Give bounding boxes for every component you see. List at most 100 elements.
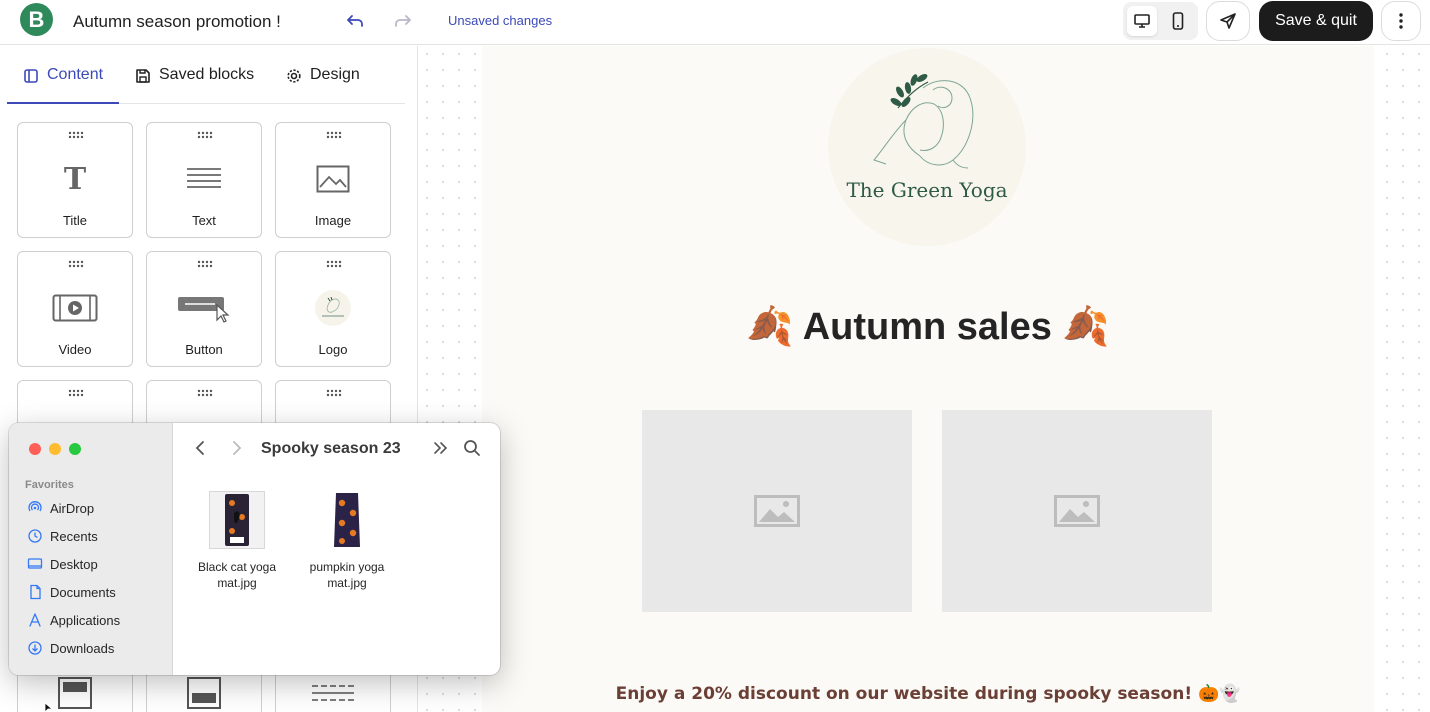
paper-plane-icon [1220, 13, 1236, 29]
layout-two-icon [187, 677, 221, 709]
tab-saved-blocks-label: Saved blocks [159, 66, 255, 83]
desktop-icon [1134, 14, 1150, 28]
title-T-icon: T [63, 161, 87, 197]
file-name: pumpkin yoga mat.jpg [309, 560, 385, 590]
clock-icon [28, 529, 42, 543]
tab-saved-blocks[interactable]: Saved blocks [135, 66, 254, 104]
brevo-logo[interactable]: B [20, 3, 53, 36]
sidebar-item-label: Downloads [50, 640, 115, 656]
device-preview-toggle [1123, 2, 1198, 40]
drag-handle-icon[interactable] [197, 389, 213, 397]
email-headline[interactable]: 🍂 Autumn sales 🍂 [482, 305, 1374, 349]
vertical-dots-icon [1399, 13, 1403, 29]
active-tab-indicator [7, 102, 119, 104]
tab-design[interactable]: Design [286, 66, 360, 104]
undo-icon[interactable] [344, 10, 366, 32]
image-placeholder-icon [1054, 495, 1100, 527]
brand-logo[interactable] [828, 48, 1026, 246]
block-video[interactable]: Video [17, 251, 133, 367]
tab-design-label: Design [310, 66, 360, 83]
sidebar-item-label: AirDrop [50, 500, 95, 516]
file-item[interactable]: Black cat yoga mat.jpg [182, 491, 292, 591]
block-text-label: Text [192, 213, 216, 228]
brand-name-text: The Green Yoga [846, 178, 1008, 202]
drag-handle-icon[interactable] [326, 260, 342, 268]
drag-handle-icon[interactable] [326, 389, 342, 397]
sidebar-item-label: Recents [50, 528, 98, 544]
block-button[interactable]: Button [146, 251, 262, 367]
applications-icon [29, 613, 41, 627]
video-icon [18, 288, 132, 328]
block-logo[interactable]: Logo [275, 251, 391, 367]
finder-sidebar: Favorites AirDrop Recents Desktop Docume… [9, 423, 173, 675]
block-logo-label: Logo [318, 342, 348, 357]
document-icon [30, 584, 41, 600]
desktop-icon [27, 558, 43, 569]
drag-handle-icon[interactable] [68, 389, 84, 397]
block-video-label: Video [58, 342, 92, 357]
button-cursor-icon [147, 288, 261, 328]
image-placeholder-icon [754, 495, 800, 527]
save-disk-icon [136, 69, 150, 83]
finder-window[interactable]: Favorites AirDrop Recents Desktop Docume… [9, 423, 500, 675]
redo-icon[interactable] [392, 10, 414, 32]
document-title[interactable]: Autumn season promotion ! [73, 12, 281, 32]
file-thumbnail [319, 491, 375, 549]
sidebar-item-documents[interactable]: Documents [27, 582, 116, 602]
download-icon [28, 641, 42, 655]
save-and-quit-button[interactable]: Save & quit [1259, 1, 1373, 41]
layout-one-icon [58, 677, 92, 709]
airdrop-icon [28, 501, 42, 512]
mobile-view-button[interactable] [1163, 6, 1193, 36]
tab-content[interactable]: Content [23, 66, 103, 104]
unsaved-status: Unsaved changes [448, 13, 553, 28]
yoga-figure-icon [873, 74, 974, 169]
zoom-window-button[interactable] [69, 443, 81, 455]
drag-handle-icon[interactable] [326, 131, 342, 139]
top-bar: B Autumn season promotion ! Unsaved chan… [0, 0, 1430, 45]
favorites-heading: Favorites [25, 479, 74, 491]
double-chevron-icon[interactable] [431, 439, 449, 457]
desktop-view-button[interactable] [1127, 6, 1157, 36]
block-button-label: Button [185, 342, 223, 357]
sidebar-item-downloads[interactable]: Downloads [27, 638, 114, 658]
close-window-button[interactable] [29, 443, 41, 455]
mouse-cursor-icon [44, 703, 54, 712]
sidebar-item-applications[interactable]: Applications [27, 610, 120, 630]
sidebar-item-label: Documents [50, 584, 116, 600]
promo-text[interactable]: Enjoy a 20% discount on our website duri… [482, 684, 1374, 704]
more-options-button[interactable] [1381, 1, 1421, 41]
yoga-mat-image-icon [225, 494, 249, 546]
drag-handle-icon[interactable] [197, 260, 213, 268]
drag-handle-icon[interactable] [197, 131, 213, 139]
send-test-button[interactable] [1206, 1, 1250, 41]
sidebar-item-label: Desktop [50, 556, 98, 572]
sidebar-item-recents[interactable]: Recents [27, 526, 98, 546]
image-placeholder-1[interactable] [642, 410, 912, 612]
block-title-label: Title [62, 213, 88, 228]
finder-folder-title: Spooky season 23 [261, 440, 401, 457]
gear-icon [287, 69, 301, 83]
drag-handle-icon[interactable] [68, 131, 84, 139]
file-item[interactable]: pumpkin yoga mat.jpg [292, 491, 402, 591]
sidebar-item-airdrop[interactable]: AirDrop [27, 498, 94, 518]
block-title[interactable]: T Title [17, 122, 133, 238]
sidebar-item-desktop[interactable]: Desktop [27, 554, 98, 574]
image-placeholder-2[interactable] [942, 410, 1212, 612]
image-icon [276, 159, 390, 199]
sidebar-item-label: Applications [50, 612, 121, 628]
panel-tabs: Content Saved blocks Design [7, 46, 405, 104]
mobile-icon [1172, 12, 1184, 30]
block-text[interactable]: Text [146, 122, 262, 238]
back-chevron-icon[interactable] [192, 439, 210, 457]
text-lines-icon [147, 159, 261, 199]
logo-thumbnail-icon [276, 288, 390, 328]
forward-chevron-icon[interactable] [227, 439, 245, 457]
minimize-window-button[interactable] [49, 443, 61, 455]
block-image[interactable]: Image [275, 122, 391, 238]
search-icon[interactable] [463, 439, 481, 457]
yoga-mat-image-icon [334, 493, 360, 547]
layout-icon [24, 69, 38, 83]
divider-icon [312, 685, 354, 701]
drag-handle-icon[interactable] [68, 260, 84, 268]
